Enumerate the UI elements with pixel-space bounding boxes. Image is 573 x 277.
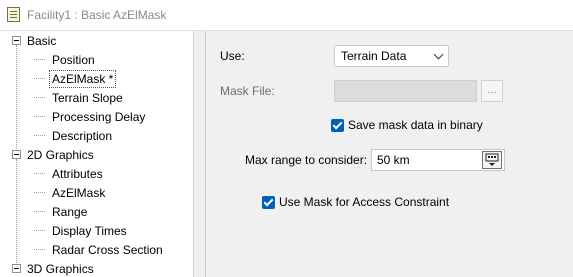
tree-item-label: Description [52,128,113,143]
tree-item-label: AzElMask [52,185,106,200]
max-range-value: 50 km [377,153,410,167]
tree-item-range[interactable]: Range [34,202,90,221]
use-mask-label: Use Mask for Access Constraint [279,195,450,209]
tree-category-basic[interactable]: Basic [12,31,56,50]
tree-item-label: Radar Cross Section [52,242,163,257]
keypad-icon [485,153,499,166]
chevron-down-icon [433,49,444,60]
settings-panel: Use: Terrain Data Mask File: ... Save ma… [207,31,573,277]
tree-item-label: AzElMask * [49,69,117,88]
save-binary-checkbox-row[interactable]: Save mask data in binary [331,118,483,132]
tree-item-display-times[interactable]: Display Times [34,221,130,240]
unit-picker-button[interactable] [482,151,502,169]
browse-button[interactable]: ... [481,80,503,102]
tree-item-label: Attributes [52,166,103,181]
tree-item-2d-azelmask[interactable]: AzElMask [34,183,108,202]
tree-category-2d-graphics[interactable]: 2D Graphics [12,145,94,164]
tree-category-label: 3D Graphics [27,261,94,276]
use-mask-checkbox[interactable] [262,195,275,209]
collapse-icon[interactable] [12,264,21,273]
window-title: Facility1 : Basic AzElMask [27,8,167,22]
tree-scrollbar[interactable] [194,31,206,277]
tree-item-label: Display Times [52,223,127,238]
tree-item-description[interactable]: Description [34,126,115,145]
use-mask-checkbox-row[interactable]: Use Mask for Access Constraint [262,195,449,209]
tree-item-position[interactable]: Position [34,50,98,69]
tree-item-label: Terrain Slope [52,90,123,105]
document-icon [7,7,20,22]
tree-item-label: Processing Delay [52,109,146,124]
mask-file-label: Mask File: [220,84,275,98]
tree-category-3d-graphics[interactable]: 3D Graphics [12,259,94,277]
max-range-input[interactable]: 50 km [371,149,505,171]
tree-item-label: Range [52,204,88,219]
save-binary-checkbox[interactable] [331,118,344,132]
tree-item-radar-cross-section[interactable]: Radar Cross Section [34,240,166,259]
use-dropdown[interactable]: Terrain Data [334,45,449,67]
tree-item-label: Position [52,52,95,67]
tree-item-azelmask[interactable]: AzElMask * [34,69,117,88]
tree-category-label: Basic [27,33,57,48]
use-label: Use: [220,49,245,63]
tree-item-terrain-slope[interactable]: Terrain Slope [34,88,126,107]
property-tree[interactable]: Basic Position AzElMask * Terrain Slope … [0,31,194,277]
use-dropdown-value: Terrain Data [341,49,407,63]
max-range-label: Max range to consider: [245,153,368,167]
mask-file-input[interactable] [334,80,477,102]
collapse-icon[interactable] [12,36,21,45]
tree-item-processing-delay[interactable]: Processing Delay [34,107,148,126]
save-binary-label: Save mask data in binary [348,118,483,132]
title-bar: Facility1 : Basic AzElMask [0,0,573,31]
tree-item-attributes[interactable]: Attributes [34,164,106,183]
collapse-icon[interactable] [12,150,21,159]
tree-category-label: 2D Graphics [27,147,94,162]
